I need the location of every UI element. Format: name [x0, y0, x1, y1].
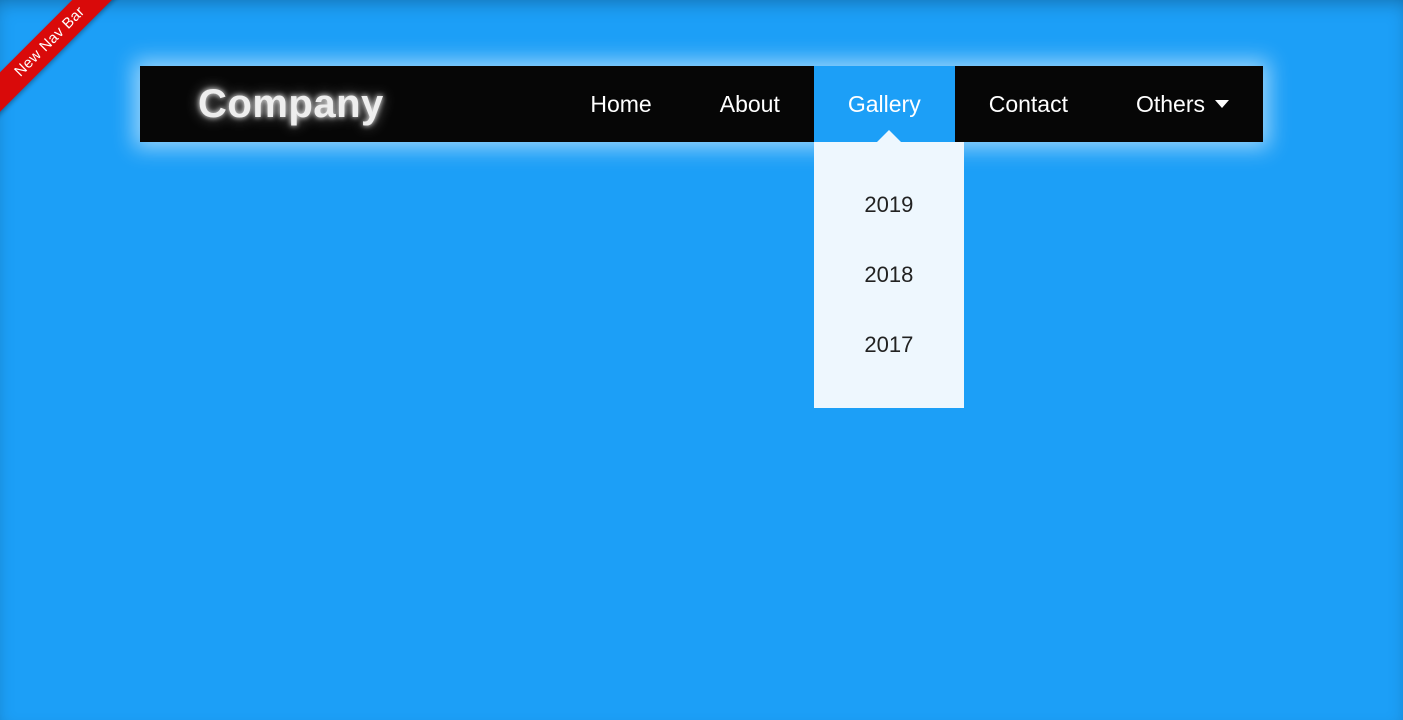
nav-item-label: Contact	[989, 91, 1068, 118]
corner-ribbon-text: New Nav Bar	[0, 0, 138, 130]
nav-item-label: About	[720, 91, 780, 118]
corner-ribbon: New Nav Bar	[0, 0, 138, 130]
gallery-dropdown-item[interactable]: 2017	[814, 310, 964, 380]
nav-item-label: Home	[590, 91, 651, 118]
dropdown-item-label: 2017	[864, 332, 913, 357]
nav-item-gallery[interactable]: Gallery 2019 2018 2017	[814, 66, 955, 142]
nav-item-label: Gallery	[848, 91, 921, 118]
dropdown-item-label: 2018	[864, 262, 913, 287]
nav-item-about[interactable]: About	[686, 66, 814, 142]
gallery-dropdown-item[interactable]: 2019	[814, 170, 964, 240]
brand-logo-text[interactable]: Company	[140, 82, 450, 127]
gallery-dropdown-item[interactable]: 2018	[814, 240, 964, 310]
nav-item-contact[interactable]: Contact	[955, 66, 1102, 142]
gallery-dropdown: 2019 2018 2017	[814, 142, 964, 408]
dropdown-item-label: 2019	[864, 192, 913, 217]
nav-item-home[interactable]: Home	[556, 66, 685, 142]
navbar: Company Home About Gallery 2019 2018 201…	[140, 66, 1263, 142]
nav-menu: Home About Gallery 2019 2018 2017 Contac…	[556, 66, 1263, 142]
chevron-down-icon	[1215, 100, 1229, 108]
nav-item-label: Others	[1136, 91, 1205, 118]
nav-item-others[interactable]: Others	[1102, 66, 1263, 142]
